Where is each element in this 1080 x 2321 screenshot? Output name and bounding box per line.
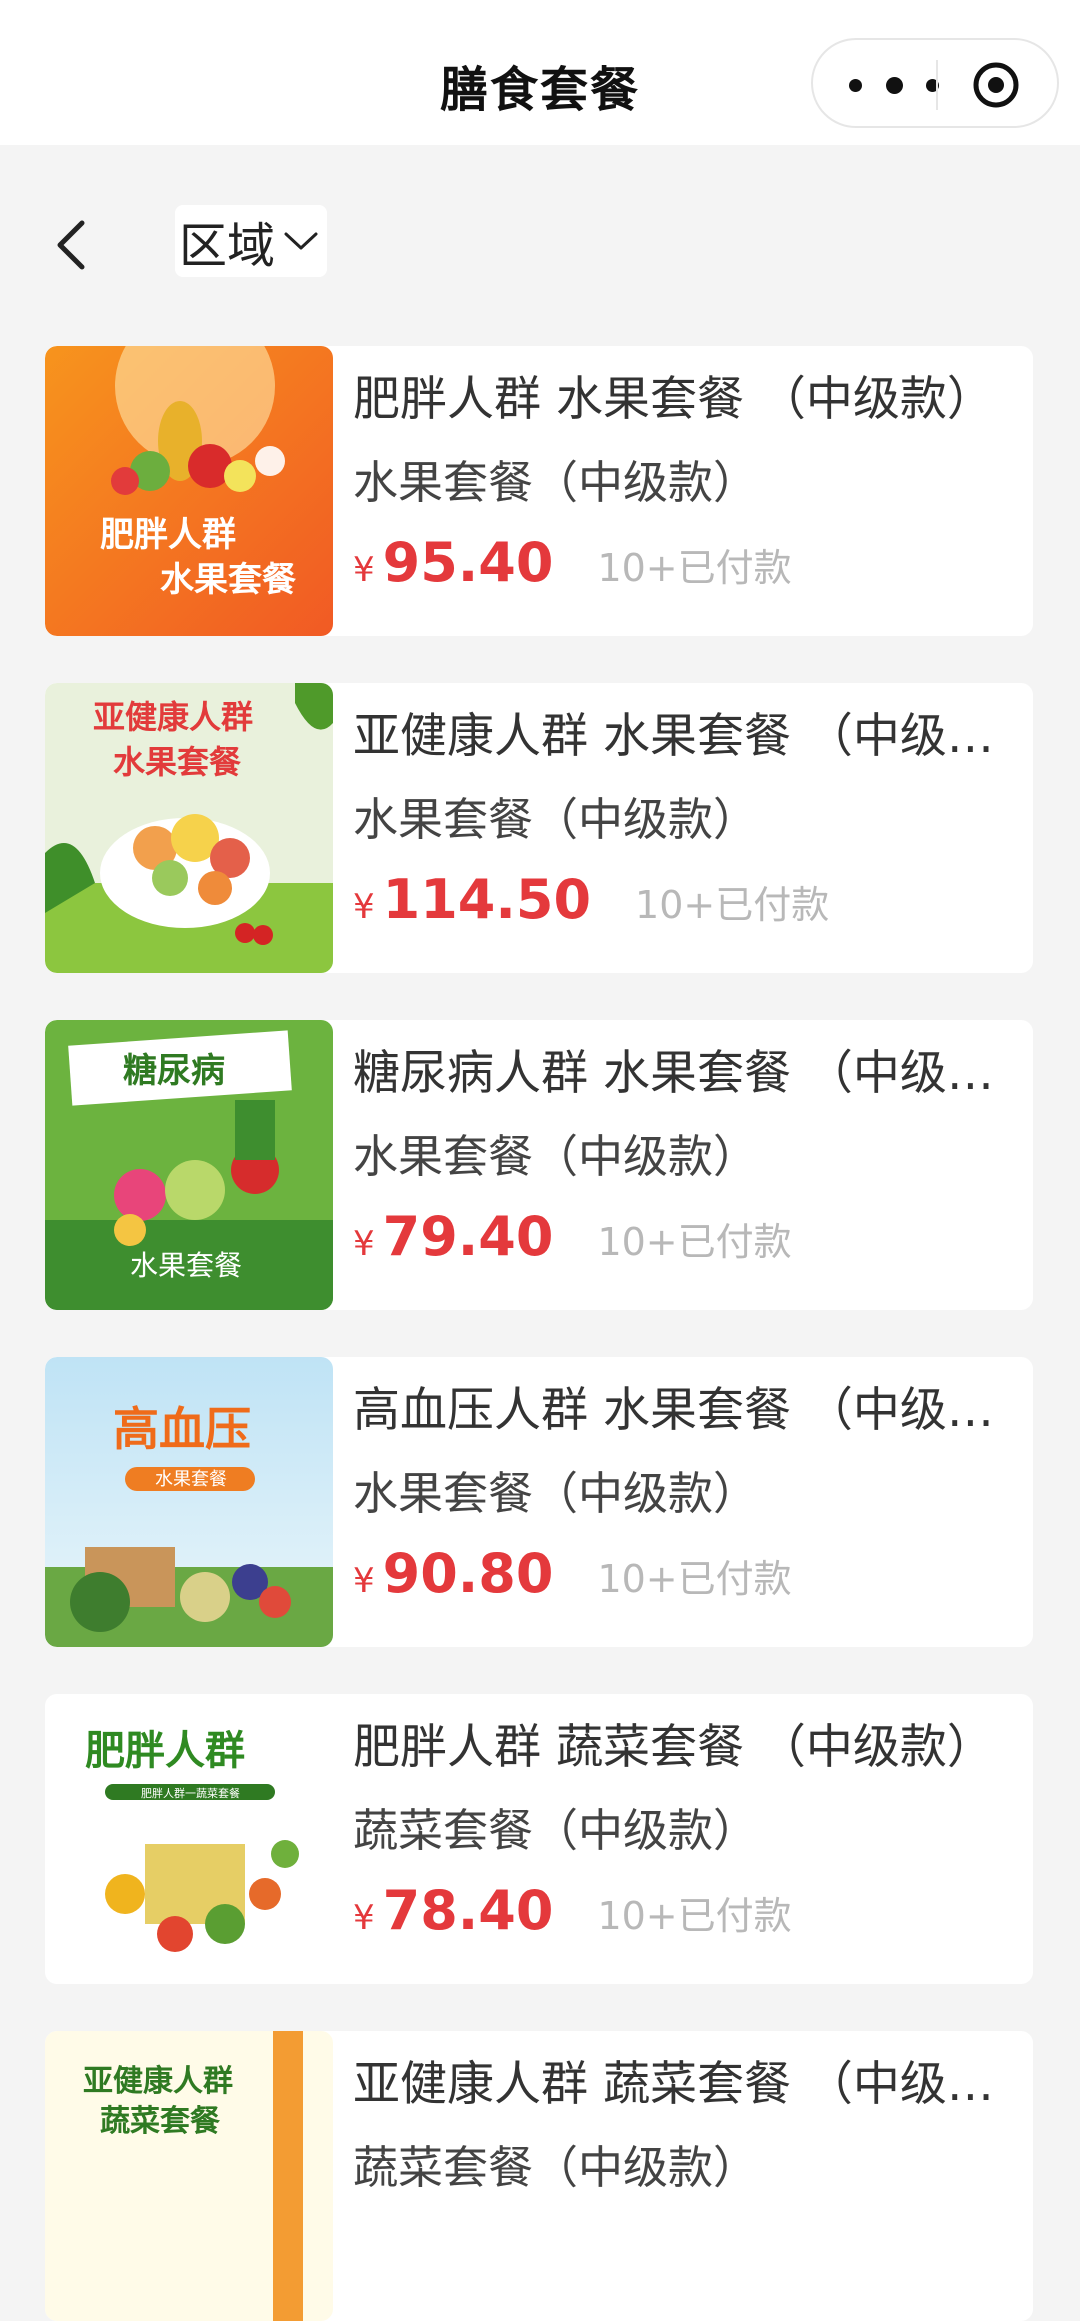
price-row: ¥ 79.40 10+已付款: [353, 1205, 792, 1275]
thumbnail-caption: 水果套餐: [130, 1249, 242, 1282]
product-thumbnail: 亚健康人群 蔬菜套餐: [45, 2031, 333, 2321]
thumbnail-caption: 糖尿病: [123, 1051, 225, 1091]
product-subtitle: 水果套餐（中级款）: [353, 456, 759, 509]
product-name: 高血压人群 水果套餐 （中级款）: [353, 1383, 1013, 1438]
product-price: 114.50: [382, 868, 592, 931]
navigation-bar: 膳食套餐: [0, 0, 1080, 145]
thumbnail-caption: 水果套餐: [155, 1469, 227, 1490]
product-card[interactable]: 肥胖人群 肥胖人群一蔬菜套餐 肥胖人群 蔬菜套餐 （中级款） 蔬菜套餐（中级款）…: [45, 1694, 1033, 1984]
product-price: 79.40: [382, 1205, 554, 1268]
product-subtitle: 水果套餐（中级款）: [353, 1467, 759, 1520]
region-dropdown[interactable]: 区域: [175, 205, 327, 277]
capsule-divider: [936, 60, 938, 110]
currency-symbol: ¥: [353, 1898, 375, 1938]
thumbnail-caption: 蔬菜套餐: [100, 2104, 221, 2139]
close-target-icon[interactable]: [971, 60, 1021, 110]
region-label: 区域: [179, 218, 276, 274]
product-card[interactable]: 亚健康人群 水果套餐 亚健康人群 水果套餐 （中级款） 水果套餐（中级款） ¥ …: [45, 683, 1033, 973]
sales-count: 10+已付款: [597, 1220, 792, 1264]
thumbnail-caption: 肥胖人群: [85, 1728, 245, 1774]
more-icon[interactable]: [849, 74, 939, 96]
currency-symbol: ¥: [353, 550, 375, 590]
product-subtitle: 水果套餐（中级款）: [353, 1130, 759, 1183]
thumbnail-caption: 肥胖人群一蔬菜套餐: [141, 1786, 240, 1800]
sales-count: 10+已付款: [597, 1557, 792, 1601]
price-row: ¥ 95.40 10+已付款: [353, 531, 792, 601]
product-price: 95.40: [382, 531, 554, 594]
product-subtitle: 蔬菜套餐（中级款）: [353, 1804, 759, 1857]
back-arrow-icon[interactable]: [52, 215, 92, 275]
product-card[interactable]: 肥胖人群 水果套餐 肥胖人群 水果套餐 （中级款） 水果套餐（中级款） ¥ 95…: [45, 346, 1033, 636]
product-name: 肥胖人群 蔬菜套餐 （中级款）: [353, 1720, 994, 1775]
sales-count: 10+已付款: [597, 1894, 792, 1938]
product-thumbnail: 糖尿病 水果套餐: [45, 1020, 333, 1310]
currency-symbol: ¥: [353, 1561, 375, 1601]
price-row: ¥ 78.40 10+已付款: [353, 1879, 792, 1949]
sales-count: 10+已付款: [597, 546, 792, 590]
product-price: 78.40: [382, 1879, 554, 1942]
mini-program-capsule: [811, 38, 1059, 128]
thumbnail-caption: 高血压: [113, 1402, 251, 1456]
currency-symbol: ¥: [353, 887, 375, 927]
price-row: ¥ 114.50 10+已付款: [353, 868, 829, 938]
thumbnail-caption: 亚健康人群: [83, 2064, 233, 2099]
thumbnail-caption: 水果套餐: [113, 743, 242, 781]
product-card[interactable]: 糖尿病 水果套餐 糖尿病人群 水果套餐 （中级款） 水果套餐（中级款） ¥ 79…: [45, 1020, 1033, 1310]
product-card[interactable]: 高血压 水果套餐 高血压人群 水果套餐 （中级款） 水果套餐（中级款） ¥ 90…: [45, 1357, 1033, 1647]
product-subtitle: 水果套餐（中级款）: [353, 793, 759, 846]
thumbnail-caption: 肥胖人群: [100, 515, 236, 555]
product-name: 糖尿病人群 水果套餐 （中级款）: [353, 1046, 1013, 1101]
thumbnail-caption: 水果套餐: [160, 560, 296, 600]
product-price: 90.80: [382, 1542, 554, 1605]
price-row: ¥ 90.80 10+已付款: [353, 1542, 792, 1612]
product-thumbnail: 亚健康人群 水果套餐: [45, 683, 333, 973]
currency-symbol: ¥: [353, 1224, 375, 1264]
sales-count: 10+已付款: [635, 883, 830, 927]
product-name: 肥胖人群 水果套餐 （中级款）: [353, 372, 994, 427]
product-name: 亚健康人群 蔬菜套餐 （中级款）: [353, 2057, 1013, 2112]
thumbnail-caption: 亚健康人群: [93, 698, 253, 736]
product-thumbnail: 肥胖人群 水果套餐: [45, 346, 333, 636]
product-name: 亚健康人群 水果套餐 （中级款）: [353, 709, 1013, 764]
product-thumbnail: 高血压 水果套餐: [45, 1357, 333, 1647]
product-card[interactable]: 亚健康人群 蔬菜套餐 亚健康人群 蔬菜套餐 （中级款） 蔬菜套餐（中级款）: [45, 2031, 1033, 2321]
chevron-down-icon: [284, 232, 318, 250]
product-subtitle: 蔬菜套餐（中级款）: [353, 2141, 759, 2194]
filter-bar: 区域: [0, 185, 1080, 295]
product-thumbnail: 肥胖人群 肥胖人群一蔬菜套餐: [45, 1694, 333, 1984]
